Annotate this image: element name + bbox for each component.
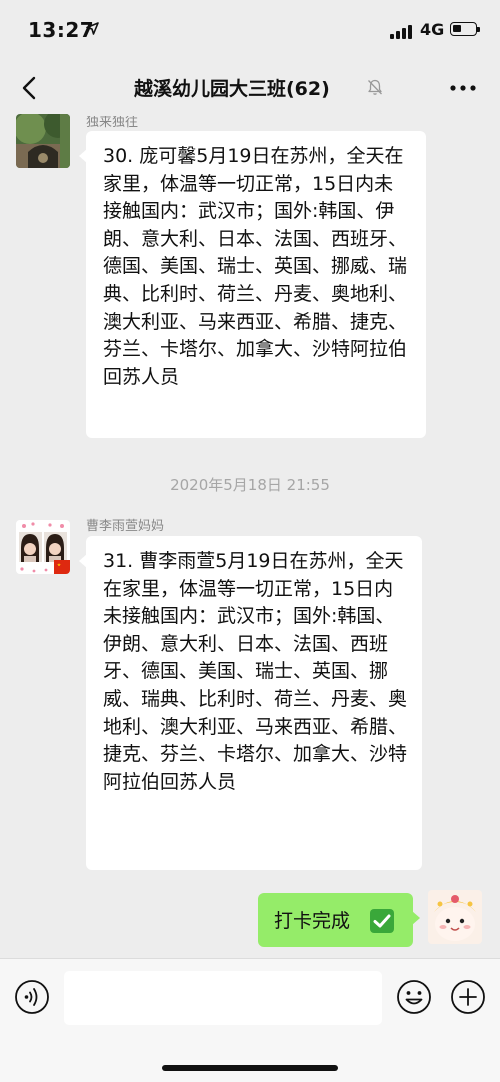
- bell-slash-icon: [368, 79, 382, 95]
- signal-icon: [390, 23, 414, 39]
- status-time: 13:27: [28, 18, 95, 42]
- home-indicator: [162, 1065, 338, 1071]
- check-mark-emoji: [370, 909, 394, 933]
- status-bar: 13:27 4G: [0, 0, 500, 62]
- timestamp: 2020年5月18日 21:55: [170, 476, 330, 494]
- avatar[interactable]: [16, 114, 70, 168]
- chat-title: 越溪幼儿园大三班(62): [134, 78, 330, 100]
- message-bubble[interactable]: 30. 庞可馨5月19日在苏州，全天在家里，体温等一切正常，15日内未接触国内：…: [79, 131, 426, 438]
- network-type: 4G: [420, 20, 445, 39]
- input-bar: [0, 958, 500, 1082]
- avatar[interactable]: [16, 520, 70, 574]
- emoji-icon[interactable]: [396, 979, 432, 1015]
- sender-name: 曹李雨萱妈妈: [86, 519, 165, 534]
- message-input[interactable]: [64, 971, 382, 1025]
- plus-icon[interactable]: [450, 979, 486, 1015]
- more-dots-icon[interactable]: [448, 76, 478, 100]
- message-bubble-own[interactable]: 打卡完成: [258, 893, 420, 947]
- location-arrow-icon: [86, 22, 99, 35]
- message-text: 打卡完成: [274, 910, 351, 932]
- voice-icon[interactable]: [14, 979, 50, 1015]
- battery-icon: [450, 22, 480, 36]
- nav-bar: 越溪幼儿园大三班(62): [0, 62, 500, 114]
- chevron-left-icon[interactable]: [16, 72, 46, 104]
- message-bubble[interactable]: 31. 曹李雨萱5月19日在苏州，全天在家里，体温等一切正常，15日内未接触国内…: [79, 536, 422, 870]
- avatar[interactable]: [428, 890, 482, 944]
